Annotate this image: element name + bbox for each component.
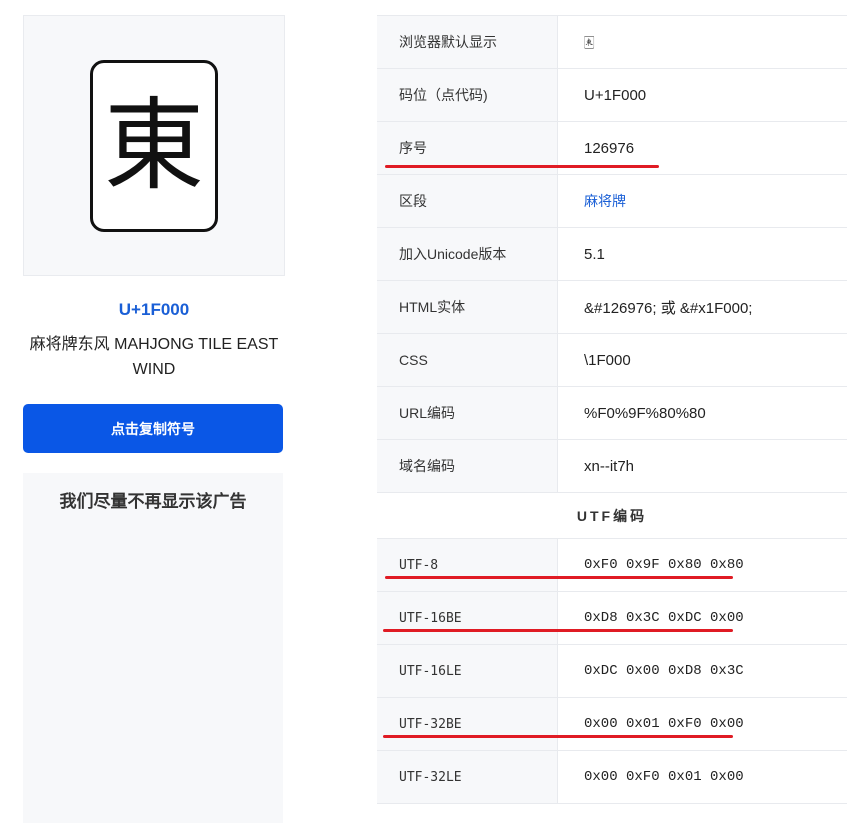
annotation-underline (385, 165, 659, 168)
codepoint-title: U+1F000 (118, 300, 190, 319)
annotation-underline (385, 576, 733, 579)
row-key-utf16be: UTF-16BE (377, 592, 558, 644)
ad-notice-text: 我们尽量不再显示该广告 (59, 492, 247, 511)
row-value-utf8: 0xF0 0x9F 0x80 0x80 (584, 557, 744, 573)
table-row: CSS \1F000 (377, 334, 847, 387)
glyph-preview: 東 (23, 15, 285, 276)
row-key-html-entity: HTML实体 (377, 281, 558, 333)
table-row: 序号 126976 (377, 122, 847, 175)
copy-symbol-button[interactable]: 点击复制符号 (23, 404, 283, 453)
row-value-domain-encoding: xn--it7h (584, 457, 635, 475)
row-key-css: CSS (377, 334, 558, 386)
row-key-codepoint: 码位（点代码) (377, 69, 558, 121)
row-key-utf8: UTF-8 (377, 539, 558, 591)
table-row: 码位（点代码) U+1F000 (377, 69, 847, 122)
row-key-browser-display: 浏览器默认显示 (377, 16, 558, 68)
table-row: 区段 麻将牌 (377, 175, 847, 228)
row-value-css: \1F000 (584, 351, 631, 369)
row-value-utf16be: 0xD8 0x3C 0xDC 0x00 (584, 610, 744, 626)
table-row: UTF-32LE 0x00 0xF0 0x01 0x00 (377, 751, 847, 804)
table-row: 域名编码 xn--it7h (377, 440, 847, 493)
utf-section-title: UTF编码 (377, 493, 847, 539)
character-panel: 東 U+1F000 麻将牌东风 MAHJONG TILE EAST WIND 点… (23, 15, 285, 823)
row-value-utf16le: 0xDC 0x00 0xD8 0x3C (584, 663, 744, 679)
row-value-version: 5.1 (584, 245, 605, 263)
row-value-utf32le: 0x00 0xF0 0x01 0x00 (584, 769, 744, 785)
row-key-version: 加入Unicode版本 (377, 228, 558, 280)
row-value-browser-display: 🀀 (584, 34, 595, 49)
row-value-html-entity: &#126976; 或 &#x1F000; (584, 299, 753, 317)
table-row: 加入Unicode版本 5.1 (377, 228, 847, 281)
row-key-utf32le: UTF-32LE (377, 751, 558, 803)
character-info-table: 浏览器默认显示 🀀 码位（点代码) U+1F000 序号 126976 区段 麻… (377, 15, 847, 804)
block-link[interactable]: 麻将牌 (558, 175, 847, 227)
mahjong-tile-east-wind-image: 東 (90, 59, 218, 232)
row-key-domain-encoding: 域名编码 (377, 440, 558, 492)
row-value-codepoint: U+1F000 (584, 86, 647, 104)
row-key-utf32be: UTF-32BE (377, 698, 558, 750)
table-row: UTF-16BE 0xD8 0x3C 0xDC 0x00 (377, 592, 847, 645)
row-value-utf32be: 0x00 0x01 0xF0 0x00 (584, 716, 744, 732)
tile-glyph: 東 (104, 86, 204, 204)
character-name: 麻将牌东风 MAHJONG TILE EAST WIND (29, 336, 279, 378)
table-row: UTF-16LE 0xDC 0x00 0xD8 0x3C (377, 645, 847, 698)
row-key-block: 区段 (377, 175, 558, 227)
row-value-url-encoding: %F0%9F%80%80 (584, 404, 706, 422)
table-row: UTF-8 0xF0 0x9F 0x80 0x80 (377, 539, 847, 592)
ad-container: 我们尽量不再显示该广告 (23, 473, 283, 823)
table-row: URL编码 %F0%9F%80%80 (377, 387, 847, 440)
row-key-utf16le: UTF-16LE (377, 645, 558, 697)
annotation-underline (383, 629, 733, 632)
table-row: HTML实体 &#126976; 或 &#x1F000; (377, 281, 847, 334)
table-row: 浏览器默认显示 🀀 (377, 16, 847, 69)
row-key-url-encoding: URL编码 (377, 387, 558, 439)
annotation-underline (383, 735, 733, 738)
table-row: UTF-32BE 0x00 0x01 0xF0 0x00 (377, 698, 847, 751)
